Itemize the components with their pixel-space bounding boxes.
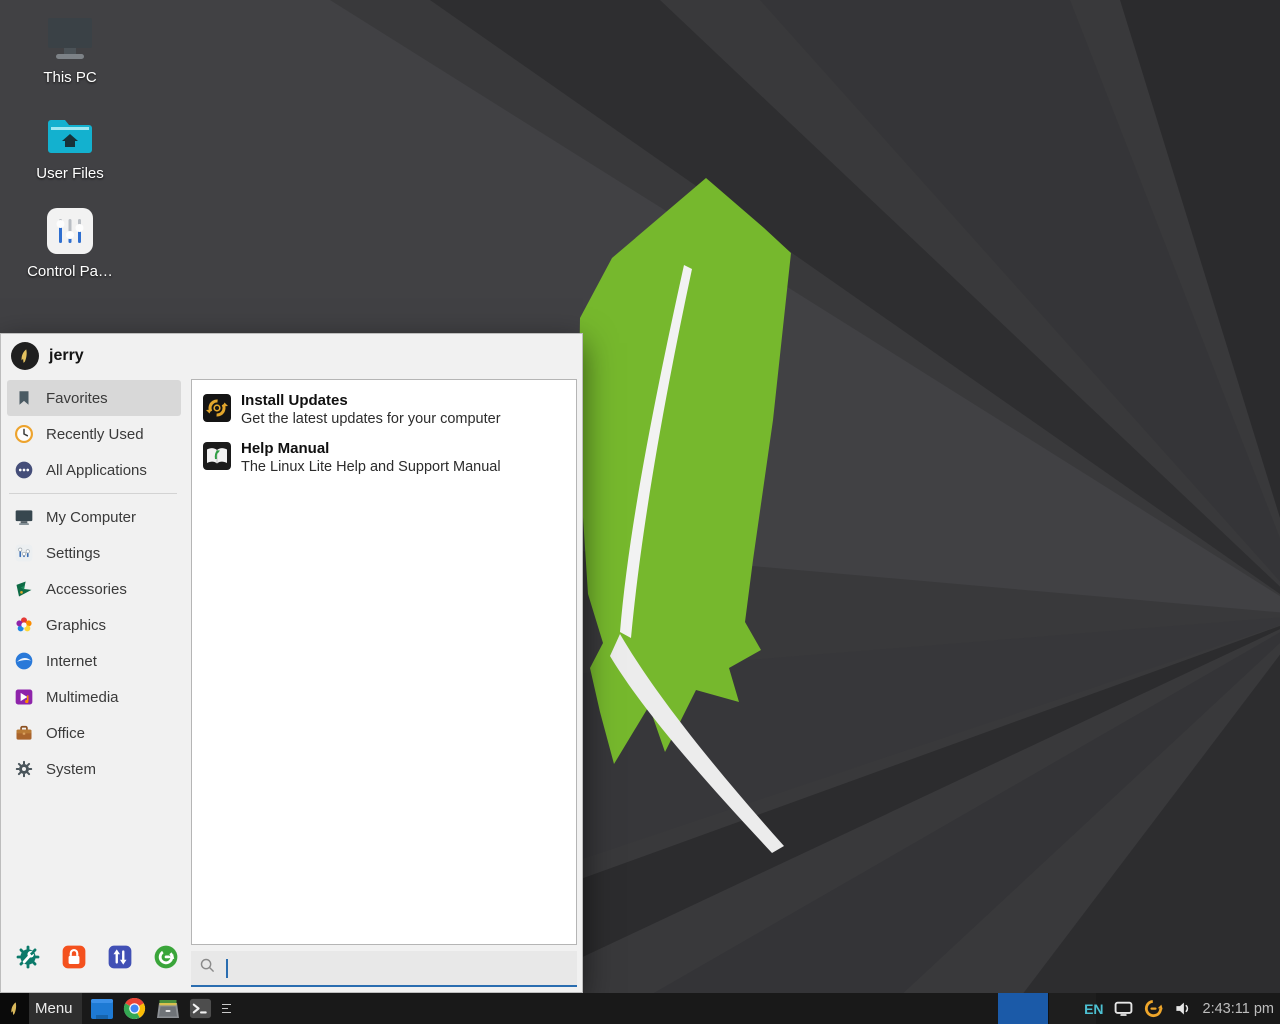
multimedia-icon (13, 686, 35, 708)
volume-tray-icon[interactable] (1174, 999, 1193, 1018)
settings-manager-button[interactable] (15, 944, 41, 970)
control-panel-icon (47, 208, 93, 254)
menu-button[interactable]: Menu (0, 993, 82, 1024)
sidebar-item-settings[interactable]: Settings (7, 535, 181, 571)
sidebar-item-label: All Applications (46, 462, 147, 479)
app-item-description: Get the latest updates for your computer (241, 410, 501, 429)
username: jerry (49, 347, 84, 365)
globe-icon (13, 650, 35, 672)
menu-sidebar: Favorites Recently Used All Applications (1, 380, 185, 918)
app-item-title: Install Updates (241, 391, 501, 410)
desktop-icon-label: Control Pa… (27, 263, 113, 280)
switch-user-button[interactable] (107, 944, 133, 970)
file-manager-icon[interactable] (155, 996, 181, 1022)
sidebar-item-label: Office (46, 725, 85, 742)
computer-icon (47, 16, 93, 60)
terminal-icon[interactable] (188, 996, 214, 1022)
help-manual-icon (202, 441, 232, 471)
sidebar-item-favorites[interactable]: Favorites (7, 380, 181, 416)
sidebar-item-recently-used[interactable]: Recently Used (7, 416, 181, 452)
app-item-help-manual[interactable]: Help Manual The Linux Lite Help and Supp… (200, 435, 568, 483)
home-folder-icon (47, 112, 93, 156)
sidebar-item-multimedia[interactable]: Multimedia (7, 679, 181, 715)
sidebar-item-label: Settings (46, 545, 100, 562)
sidebar-item-all-applications[interactable]: All Applications (7, 452, 181, 488)
log-out-button[interactable] (153, 944, 179, 970)
all-apps-icon (13, 459, 35, 481)
workspace-active[interactable] (998, 993, 1048, 1024)
sidebar-item-label: Graphics (46, 617, 106, 634)
sidebar-item-system[interactable]: System (7, 751, 181, 787)
briefcase-icon (13, 722, 35, 744)
menu-app-list: Install Updates Get the latest updates f… (191, 379, 577, 945)
sidebar-item-internet[interactable]: Internet (7, 643, 181, 679)
desktop-icon-user-files[interactable]: User Files (22, 112, 118, 182)
desktop-icon-label: This PC (43, 69, 96, 86)
display-tray-icon[interactable] (1114, 1001, 1133, 1017)
system-tray: EN 2:43:11 pm (1084, 993, 1274, 1024)
sidebar-item-label: Favorites (46, 390, 108, 407)
lock-screen-button[interactable] (61, 944, 87, 970)
text-cursor (226, 959, 228, 978)
desktop-icon-list: This PC User Files (22, 16, 118, 280)
menu-header: jerry (1, 334, 582, 378)
menu-search-field[interactable] (191, 951, 577, 987)
sidebar-item-label: System (46, 761, 96, 778)
whisker-menu: jerry Favorites Recently Used All Applic… (0, 333, 583, 993)
keyboard-layout-indicator[interactable]: EN (1084, 1001, 1103, 1017)
search-icon (199, 957, 216, 979)
linux-lite-feather-icon (0, 993, 29, 1024)
app-item-description: The Linux Lite Help and Support Manual (241, 458, 501, 477)
graphics-icon (13, 614, 35, 636)
updates-tray-icon[interactable] (1143, 998, 1164, 1019)
app-item-title: Help Manual (241, 439, 501, 458)
install-updates-icon (202, 393, 232, 423)
sidebar-item-label: Internet (46, 653, 97, 670)
monitor-icon (13, 506, 35, 528)
sidebar-item-accessories[interactable]: Accessories (7, 571, 181, 607)
sliders-icon (13, 542, 35, 564)
sidebar-item-my-computer[interactable]: My Computer (7, 499, 181, 535)
window-list-icon[interactable] (222, 1004, 231, 1014)
gear-icon (13, 758, 35, 780)
sidebar-separator (9, 493, 177, 494)
search-input[interactable] (224, 960, 524, 977)
menu-button-label: Menu (29, 1000, 82, 1017)
sidebar-item-label: My Computer (46, 509, 136, 526)
sidebar-item-office[interactable]: Office (7, 715, 181, 751)
user-avatar[interactable] (11, 342, 39, 370)
show-desktop-button[interactable] (89, 996, 115, 1022)
taskbar: Menu (0, 993, 1280, 1024)
sidebar-item-label: Multimedia (46, 689, 119, 706)
workspace-switcher[interactable] (998, 993, 1096, 1024)
app-item-install-updates[interactable]: Install Updates Get the latest updates f… (200, 387, 568, 435)
desktop-icon-control-panel[interactable]: Control Pa… (22, 208, 118, 280)
chrome-browser-icon[interactable] (122, 996, 148, 1022)
sidebar-item-label: Accessories (46, 581, 127, 598)
sidebar-item-label: Recently Used (46, 426, 144, 443)
clock-icon (13, 423, 35, 445)
desktop: This PC User Files (0, 0, 1280, 1024)
desktop-icon-label: User Files (36, 165, 104, 182)
accessories-icon (13, 578, 35, 600)
bookmark-icon (13, 387, 35, 409)
clock[interactable]: 2:43:11 pm (1203, 1001, 1274, 1017)
menu-action-buttons (15, 944, 179, 970)
sidebar-item-graphics[interactable]: Graphics (7, 607, 181, 643)
desktop-icon-this-pc[interactable]: This PC (22, 16, 118, 86)
